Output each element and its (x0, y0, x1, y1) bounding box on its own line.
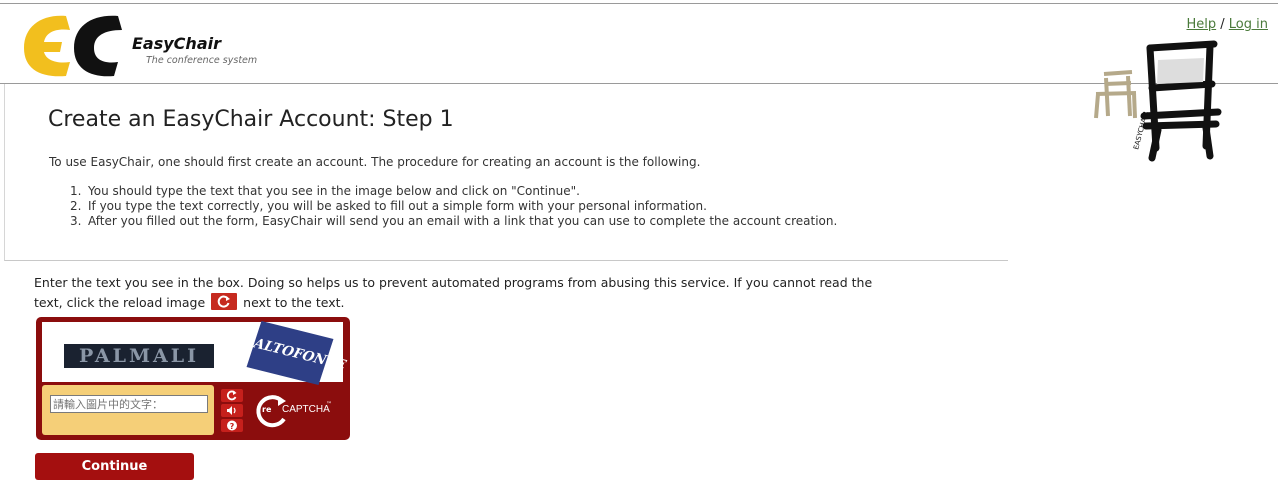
step-number: 2. (70, 199, 82, 213)
svg-text:?: ? (230, 422, 235, 431)
login-link[interactable]: Log in (1229, 17, 1268, 32)
step-item: 2. If you type the text correctly, you wi… (70, 199, 837, 214)
step-item: 3. After you filled out the form, EasyCha… (70, 214, 837, 229)
recaptcha-brand: CAPTCHA (282, 404, 330, 415)
step-text: After you filled out the form, EasyChair… (88, 214, 838, 228)
reload-icon (226, 390, 237, 401)
page-title: Create an EasyChair Account: Step 1 (48, 107, 454, 132)
captcha-instructions-after: next to the text. (243, 295, 345, 310)
captcha-instructions-before: Enter the text you see in the box. Doing… (34, 275, 873, 310)
help-link[interactable]: Help (1186, 17, 1216, 32)
step-text: If you type the text correctly, you will… (88, 199, 707, 213)
logo-name: EasyChair (132, 34, 221, 53)
easychair-logo[interactable]: EasyChair The conference system (22, 12, 282, 80)
captcha-input-area (42, 385, 214, 435)
captcha-reload-button[interactable] (221, 389, 243, 402)
step-item: 1. You should type the text that you see … (70, 184, 837, 199)
step-number: 1. (70, 184, 82, 198)
step-number: 3. (70, 214, 82, 228)
captcha-word-2: ALTOFONTE (246, 321, 348, 385)
top-border (0, 3, 1278, 4)
captcha-word-1: PALMALI (64, 344, 214, 368)
step-text: You should type the text that you see in… (88, 184, 580, 198)
speaker-icon (227, 406, 236, 415)
chairs-illustration-icon: EASYCHAIR (1094, 40, 1222, 162)
logo-subtitle: The conference system (146, 55, 258, 66)
captcha-instructions: Enter the text you see in the box. Doing… (34, 273, 904, 313)
top-links: Help / Log in (1186, 17, 1268, 32)
ec-logo-icon (24, 15, 122, 77)
link-separator: / (1220, 17, 1225, 32)
captcha-response-input[interactable] (50, 395, 208, 413)
recaptcha-logo: re CAPTCHA ™ (252, 391, 342, 431)
captcha-image: PALMALI ALTOFONTE (42, 321, 348, 385)
recaptcha-widget: PALMALI ALTOFONTE ? re CAPTCHA ™ (36, 317, 350, 440)
captcha-help-button[interactable]: ? (221, 419, 243, 432)
help-icon: ? (227, 420, 237, 431)
recaptcha-trademark: ™ (326, 401, 332, 408)
captcha-audio-button[interactable] (221, 404, 243, 417)
reload-example-icon (211, 293, 238, 310)
recaptcha-brand-prefix: re (262, 405, 272, 414)
intro-text: To use EasyChair, one should first creat… (49, 155, 701, 169)
steps-list: 1. You should type the text that you see … (70, 184, 837, 229)
